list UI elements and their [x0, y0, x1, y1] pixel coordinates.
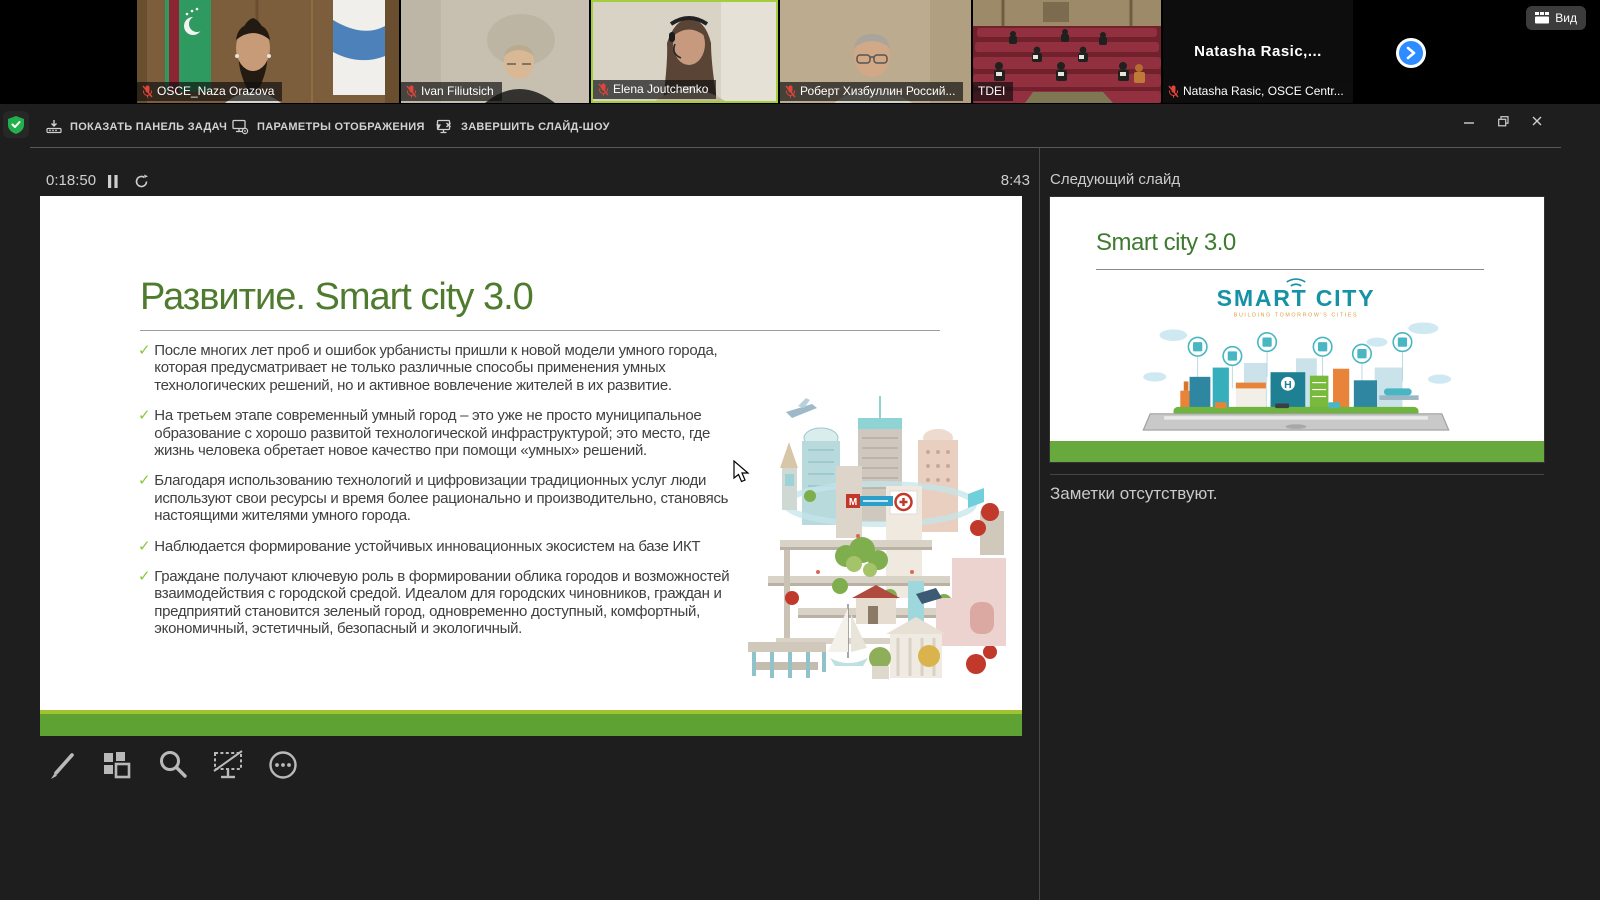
minimize-button[interactable] — [1456, 110, 1482, 132]
participant-name: Ivan Filiutsich — [421, 84, 494, 98]
participant-name: Роберт Хизбуллин Россий... — [800, 84, 955, 98]
check-bullet-icon: ✓ — [138, 538, 150, 555]
pause-icon — [108, 175, 118, 188]
city-illustration: M — [740, 346, 1012, 684]
participant-name-label: Elena Joutchenko — [593, 80, 716, 99]
restore-button[interactable] — [1490, 110, 1516, 132]
end-slideshow-button[interactable]: ЗАВЕРШИТЬ СЛАЙД-ШОУ — [436, 114, 610, 139]
magnifier-icon — [156, 748, 190, 782]
security-shield-icon[interactable] — [3, 111, 29, 138]
graphic-title: SMART CITY — [1217, 285, 1376, 311]
notes-text: Заметки отсутствуют. — [1050, 484, 1217, 504]
mic-muted-icon — [598, 83, 609, 96]
mic-muted-icon — [785, 85, 796, 98]
close-button[interactable] — [1524, 110, 1550, 132]
participant-name: TDEI — [978, 84, 1005, 98]
check-bullet-icon: ✓ — [138, 472, 150, 524]
toolbar-divider — [30, 147, 1561, 148]
slide-canvas[interactable]: Развитие. Smart city 3.0 ✓ После многих … — [40, 196, 1022, 736]
display-options-label: ПАРАМЕТРЫ ОТОБРАЖЕНИЯ — [257, 121, 425, 133]
bullet-item: ✓ Благодаря использованию технологий и ц… — [138, 472, 734, 524]
participant-name-label: Роберт Хизбуллин Россий... — [780, 82, 963, 101]
participant-name: OSCE_Naza Orazova — [157, 84, 274, 98]
bullet-text: После многих лет проб и ошибок урбанисты… — [154, 342, 734, 394]
elapsed-timer: 0:18:50 — [46, 172, 96, 189]
show-taskbar-button[interactable]: ПОКАЗАТЬ ПАНЕЛЬ ЗАДАЧ — [46, 114, 227, 139]
mouse-cursor — [733, 460, 751, 484]
slide-title: Развитие. Smart city 3.0 — [140, 276, 533, 319]
restore-icon — [1498, 116, 1509, 127]
screen: OSCE_Naza Orazova — [0, 0, 1600, 900]
participant-tile-ivan[interactable]: Ivan Filiutsich — [401, 0, 589, 103]
participant-name-label: Natasha Rasic, OSCE Centr... — [1163, 82, 1352, 101]
svg-text:H: H — [1284, 380, 1292, 391]
blank-screen-icon — [211, 748, 247, 782]
display-settings-icon — [232, 119, 249, 135]
view-menu-label: Вид — [1555, 11, 1577, 25]
ellipsis-icon — [266, 748, 300, 782]
notes-divider — [1050, 474, 1544, 475]
close-icon — [1532, 116, 1542, 126]
pause-timer-button[interactable] — [108, 175, 118, 193]
mic-muted-icon — [1168, 85, 1179, 98]
check-bullet-icon: ✓ — [138, 342, 150, 394]
title-underline — [140, 330, 940, 331]
more-options-button[interactable] — [264, 746, 302, 784]
display-options-button[interactable]: ПАРАМЕТРЫ ОТОБРАЖЕНИЯ ▼ — [232, 114, 443, 139]
mic-muted-icon — [142, 85, 153, 98]
next-slide-title-underline — [1096, 269, 1484, 270]
slide-grid-icon — [100, 748, 134, 782]
slide-footer-bar — [40, 710, 1022, 736]
show-taskbar-label: ПОКАЗАТЬ ПАНЕЛЬ ЗАДАЧ — [70, 121, 227, 133]
minimize-icon — [1464, 116, 1474, 126]
smart-city-graphic: SMART CITY BUILDING TOMORROW'S CITIES — [1106, 275, 1486, 437]
participant-name-label: Ivan Filiutsich — [401, 82, 502, 101]
participant-tile-robert[interactable]: Роберт Хизбуллин Россий... — [780, 0, 971, 103]
participant-name-label: OSCE_Naza Orazova — [137, 82, 282, 101]
svg-text:M: M — [849, 497, 857, 508]
bullet-text: Граждане получают ключевую роль в формир… — [154, 568, 734, 638]
participant-tile-tdei[interactable]: TDEI — [973, 0, 1161, 103]
zoom-slide-button[interactable] — [154, 746, 192, 784]
restart-icon — [134, 174, 149, 189]
next-slide-footer-bar — [1050, 441, 1544, 462]
end-slideshow-label: ЗАВЕРШИТЬ СЛАЙД-ШОУ — [461, 121, 610, 133]
slide-bullets: ✓ После многих лет проб и ошибок урбанис… — [138, 342, 734, 650]
next-slide-heading: Следующий слайд — [1050, 171, 1180, 188]
participant-name: Natasha Rasic, OSCE Centr... — [1183, 84, 1344, 98]
video-strip: OSCE_Naza Orazova — [0, 0, 1600, 104]
black-screen-button[interactable] — [210, 746, 248, 784]
view-menu-button[interactable]: Вид — [1526, 6, 1586, 30]
pen-icon — [46, 748, 80, 782]
participant-tile-natasha[interactable]: Natasha Rasic,... Natasha Rasic, OSCE Ce… — [1163, 0, 1353, 103]
bullet-text: Наблюдается формирование устойчивых инно… — [154, 538, 700, 555]
next-slide-title: Smart city 3.0 — [1096, 229, 1236, 257]
grid-view-icon — [1535, 12, 1549, 24]
bullet-item: ✓ Наблюдается формирование устойчивых ин… — [138, 538, 734, 555]
check-bullet-icon: ✓ — [138, 568, 150, 638]
mic-muted-icon — [406, 85, 417, 98]
participant-tile-elena[interactable]: Elena Joutchenko — [591, 0, 778, 103]
see-all-slides-button[interactable] — [98, 746, 136, 784]
panel-splitter[interactable] — [1039, 148, 1040, 900]
chevron-right-icon — [1404, 46, 1418, 60]
current-time: 8:43 — [972, 172, 1030, 189]
end-slideshow-icon — [436, 119, 453, 135]
airplane-icon — [786, 398, 817, 418]
check-bullet-icon: ✓ — [138, 407, 150, 459]
taskbar-icon — [46, 119, 62, 134]
next-participants-button[interactable] — [1396, 38, 1426, 68]
bullet-item: ✓ После многих лет проб и ошибок урбанис… — [138, 342, 734, 394]
next-slide-thumbnail[interactable]: Smart city 3.0 SMART CITY BUILDING TOMOR… — [1050, 197, 1544, 462]
bullet-text: Благодаря использованию технологий и циф… — [154, 472, 734, 524]
participant-name-label: TDEI — [973, 82, 1013, 101]
restart-timer-button[interactable] — [134, 174, 149, 194]
graphic-subtitle: BUILDING TOMORROW'S CITIES — [1234, 313, 1358, 319]
bullet-text: На третьем этапе современный умный город… — [154, 407, 734, 459]
bullet-item: ✓ На третьем этапе современный умный гор… — [138, 407, 734, 459]
participant-name: Elena Joutchenko — [613, 82, 708, 96]
participant-tile-naza[interactable]: OSCE_Naza Orazova — [137, 0, 399, 103]
bullet-item: ✓ Граждане получают ключевую роль в форм… — [138, 568, 734, 638]
pen-tool-button[interactable] — [44, 746, 82, 784]
